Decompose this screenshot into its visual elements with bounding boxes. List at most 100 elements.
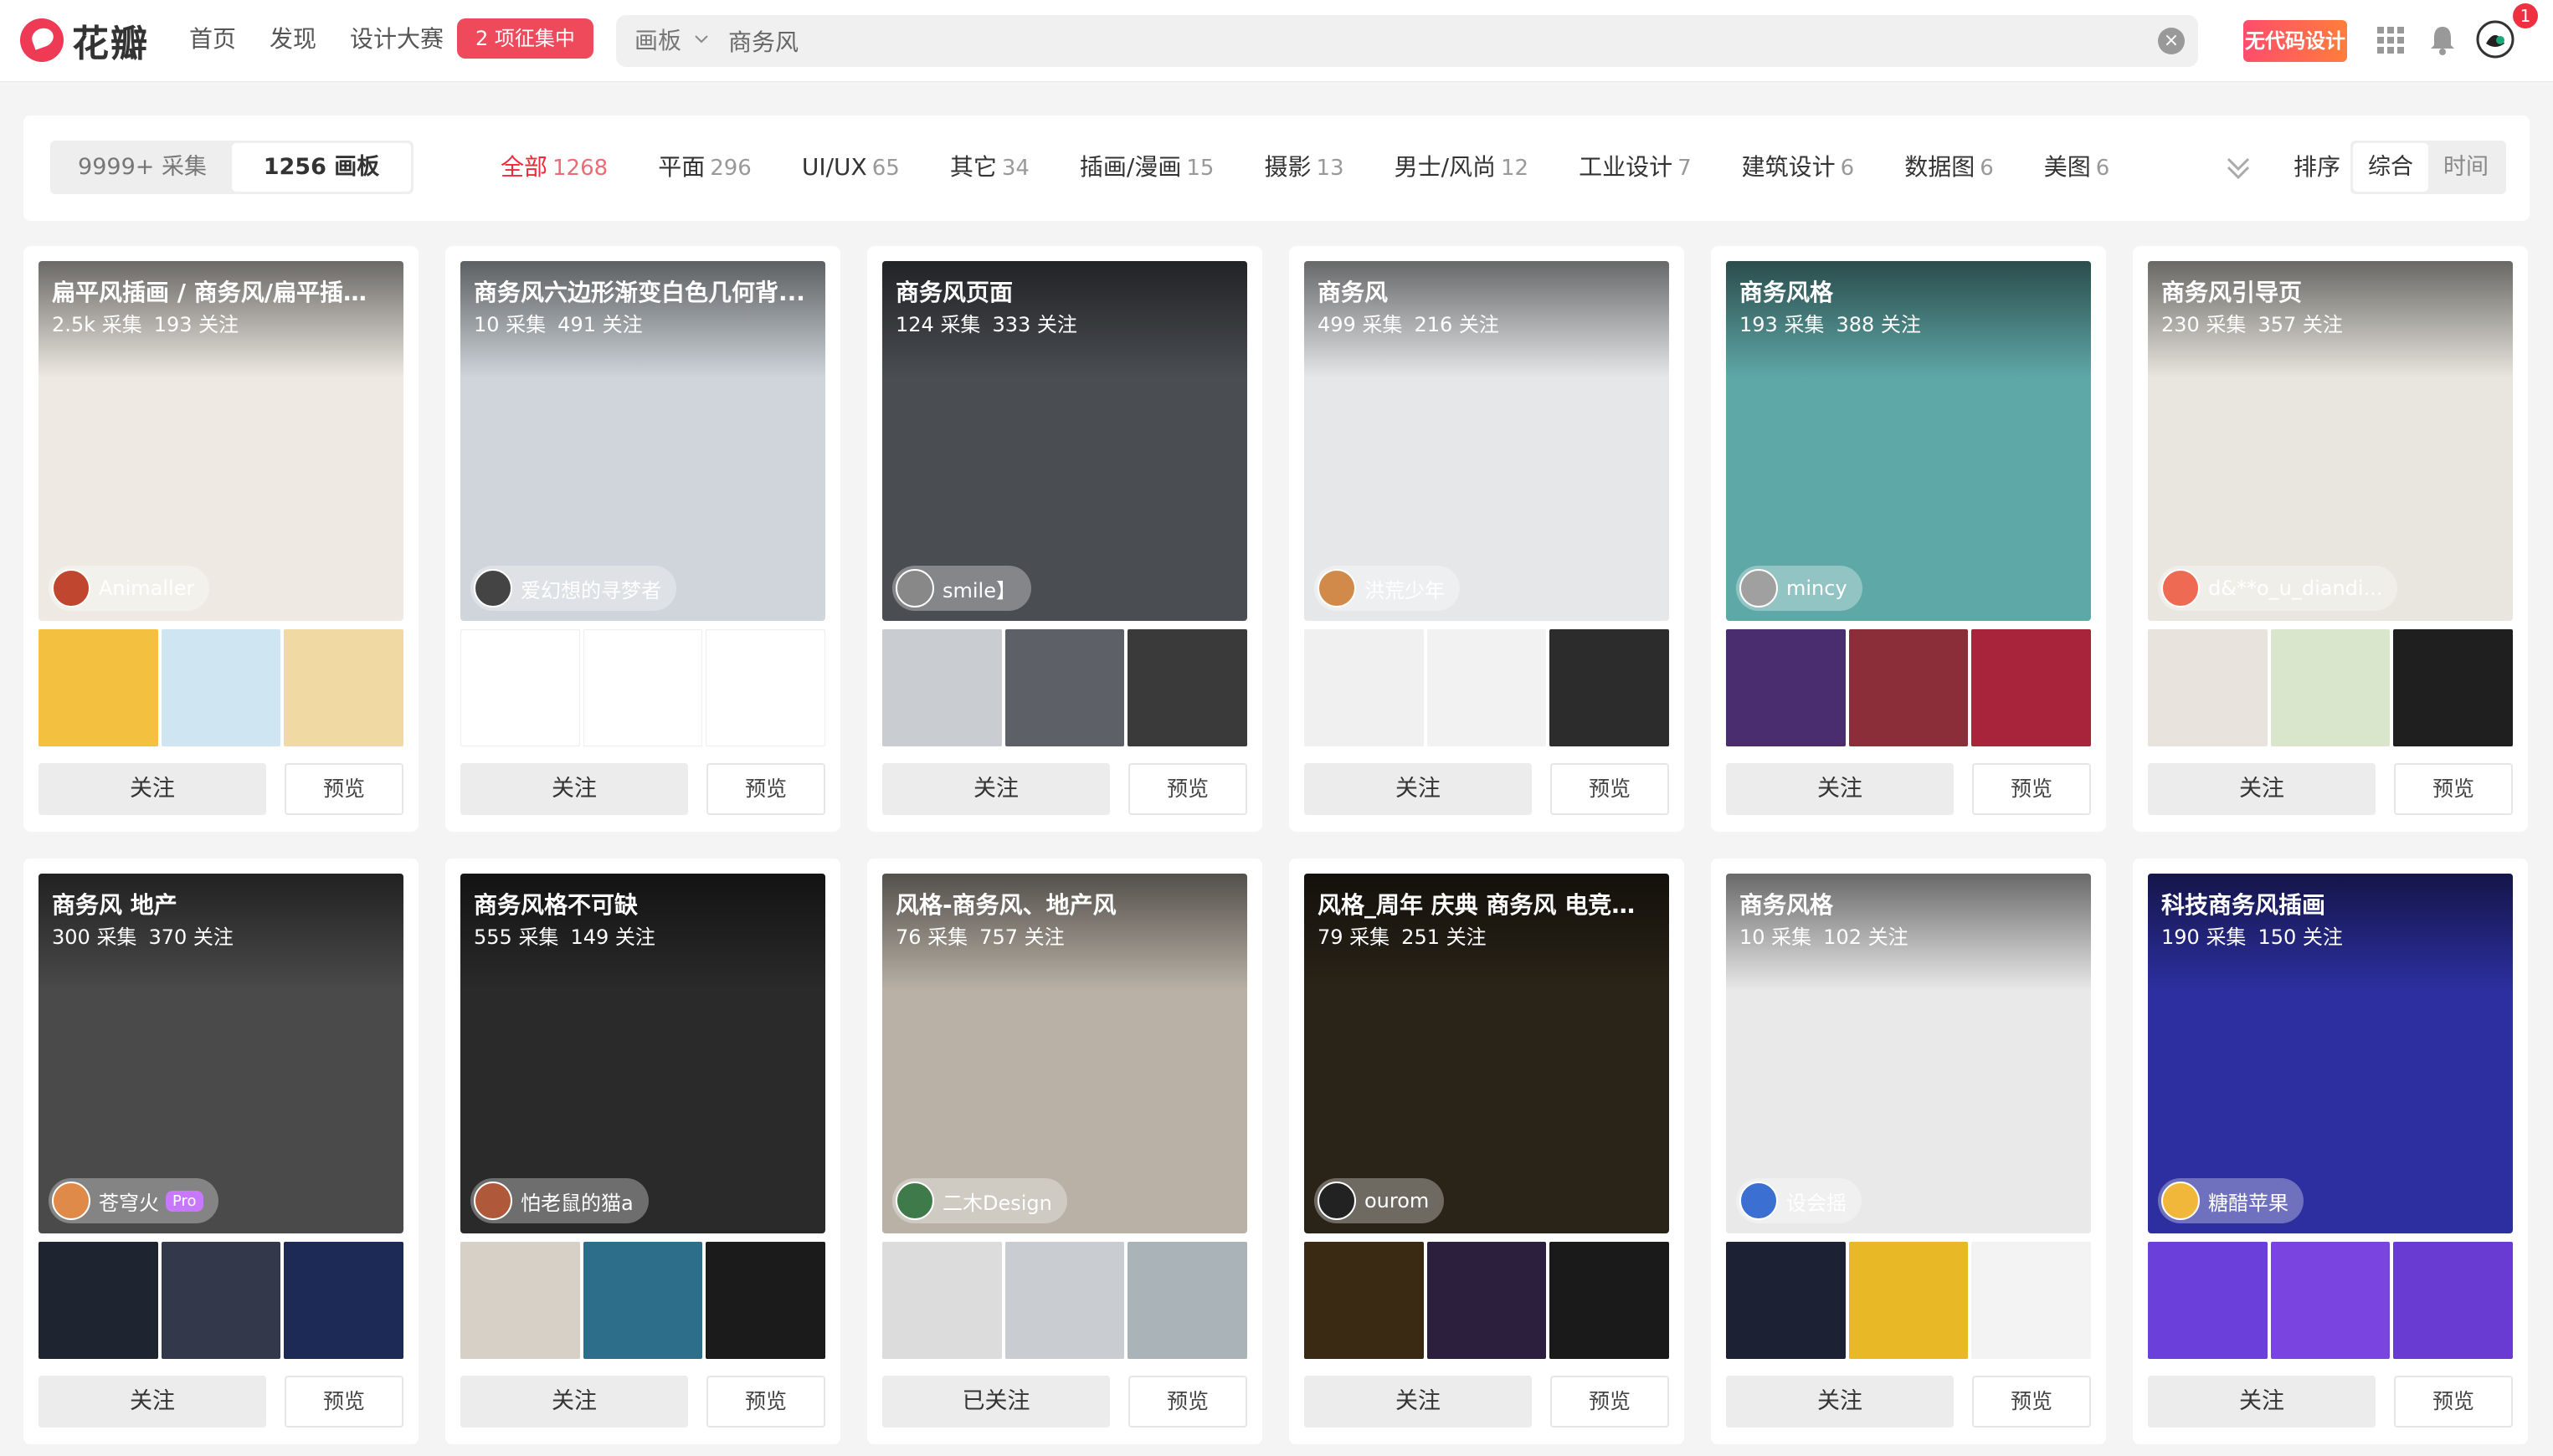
preview-button[interactable]: 预览: [2394, 763, 2513, 815]
board-thumbnail[interactable]: [1004, 1242, 1125, 1359]
board-card[interactable]: 风格_周年 庆典 商务风 电竞赛... 79 采集 251 关注 ourom 关注 预览: [1289, 859, 1684, 1444]
follow-button[interactable]: 关注: [460, 763, 688, 815]
category-filter[interactable]: UI/UX 65: [802, 147, 900, 188]
board-cover[interactable]: 商务风格 193 采集 388 关注 mincy: [1726, 261, 2091, 621]
follow-button[interactable]: 关注: [2148, 1376, 2376, 1428]
board-title[interactable]: 风格-商务风、地产风: [896, 887, 1230, 920]
sort-time[interactable]: 时间: [2428, 143, 2504, 192]
board-thumbnail[interactable]: [284, 1242, 404, 1359]
avatar[interactable]: [1318, 1182, 1356, 1220]
expand-categories-icon[interactable]: [2222, 151, 2255, 184]
board-owner[interactable]: 苍穹火 Pro: [49, 1178, 218, 1223]
board-thumbnail[interactable]: [1304, 1242, 1424, 1359]
board-card[interactable]: 商务风引导页 230 采集 357 关注 d&**o_u_diandi... 关注 预览: [2133, 246, 2528, 832]
board-owner[interactable]: mincy: [1736, 566, 1862, 611]
owner-name[interactable]: d&**o_u_diandi...: [2208, 577, 2382, 600]
board-thumbnail[interactable]: [1726, 1242, 1846, 1359]
user-avatar-icon[interactable]: [2476, 20, 2514, 59]
board-thumbnail[interactable]: [1004, 629, 1125, 746]
preview-button[interactable]: 预览: [1972, 1376, 2091, 1428]
board-thumbnail[interactable]: [460, 629, 580, 746]
board-card[interactable]: 商务风页面 124 采集 333 关注 smile】关注 预览: [867, 246, 1262, 832]
search-scope-select[interactable]: 画板: [634, 15, 681, 67]
board-card[interactable]: 科技商务风插画 190 采集 150 关注 糖醋苹果关注 预览: [2133, 859, 2528, 1444]
avatar[interactable]: [896, 569, 934, 608]
category-filter[interactable]: 工业设计 7: [1579, 147, 1692, 188]
board-thumbnail[interactable]: [2270, 1242, 2391, 1359]
follow-button[interactable]: 关注: [460, 1376, 688, 1428]
board-card[interactable]: 商务风 地产 300 采集 370 关注 苍穹火 Pro 关注 预览: [23, 859, 419, 1444]
preview-button[interactable]: 预览: [1972, 763, 2091, 815]
board-cover[interactable]: 商务风格不可缺 555 采集 149 关注 怕老鼠的猫a: [460, 874, 825, 1233]
board-thumbnail[interactable]: [39, 1242, 158, 1359]
board-card[interactable]: 商务风格 10 采集 102 关注 设会摇关注 预览: [1711, 859, 2106, 1444]
board-title[interactable]: 商务风: [1318, 274, 1652, 308]
board-thumbnail[interactable]: [1848, 1242, 1969, 1359]
board-title[interactable]: 科技商务风插画: [2161, 887, 2496, 920]
preview-button[interactable]: 预览: [706, 763, 825, 815]
board-thumbnail[interactable]: [2270, 629, 2391, 746]
category-filter[interactable]: 平面 296: [658, 147, 752, 188]
board-card[interactable]: 商务风格 193 采集 388 关注 mincy 关注 预览: [1711, 246, 2106, 832]
board-owner[interactable]: 爱幻想的寻梦者: [470, 566, 676, 611]
board-title[interactable]: 商务风格: [1739, 887, 2074, 920]
owner-name[interactable]: 苍穹火: [99, 1187, 159, 1216]
follow-button[interactable]: 关注: [882, 763, 1110, 815]
board-thumbnail[interactable]: [2393, 629, 2514, 746]
owner-name[interactable]: ourom: [1364, 1189, 1429, 1212]
board-thumbnail[interactable]: [583, 1242, 703, 1359]
board-cover[interactable]: 商务风引导页 230 采集 357 关注 d&**o_u_diandi...: [2148, 261, 2513, 621]
owner-name[interactable]: 二木Design: [943, 1187, 1052, 1216]
board-cover[interactable]: 风格-商务风、地产风 76 采集 757 关注 二木Design: [882, 874, 1247, 1233]
category-filter[interactable]: 男士/风尚 12: [1395, 147, 1529, 188]
avatar[interactable]: [52, 1182, 90, 1220]
category-filter[interactable]: 建筑设计 6: [1742, 147, 1855, 188]
preview-button[interactable]: 预览: [1128, 763, 1247, 815]
owner-name[interactable]: 怕老鼠的猫a: [521, 1187, 634, 1216]
preview-button[interactable]: 预览: [1128, 1376, 1247, 1428]
tab-boards[interactable]: 1256 画板: [232, 143, 411, 192]
category-filter[interactable]: 全部 1268: [501, 147, 608, 188]
board-thumbnail[interactable]: [1426, 1242, 1547, 1359]
board-thumbnail[interactable]: [2148, 629, 2268, 746]
owner-name[interactable]: 设会摇: [1786, 1187, 1847, 1216]
owner-name[interactable]: 洪荒少年: [1364, 574, 1445, 603]
owner-name[interactable]: mincy: [1786, 577, 1847, 600]
avatar[interactable]: [52, 569, 90, 608]
board-cover[interactable]: 科技商务风插画 190 采集 150 关注 糖醋苹果: [2148, 874, 2513, 1233]
avatar[interactable]: [2161, 569, 2200, 608]
contest-badge[interactable]: 2 项征集中: [457, 18, 593, 59]
sort-composite[interactable]: 综合: [2353, 143, 2428, 192]
board-thumbnail[interactable]: [2393, 1242, 2514, 1359]
board-thumbnail[interactable]: [39, 629, 158, 746]
board-title[interactable]: 商务风格: [1739, 274, 2074, 308]
board-thumbnail[interactable]: [1726, 629, 1846, 746]
board-thumbnail[interactable]: [1971, 629, 2092, 746]
preview-button[interactable]: 预览: [2394, 1376, 2513, 1428]
logo[interactable]: 花瓣: [20, 15, 149, 65]
follow-button[interactable]: 关注: [2148, 763, 2376, 815]
board-thumbnail[interactable]: [1128, 629, 1248, 746]
board-cover[interactable]: 商务风 地产 300 采集 370 关注 苍穹火 Pro: [39, 874, 403, 1233]
nocode-design-button[interactable]: 无代码设计: [2243, 20, 2347, 62]
board-thumbnail[interactable]: [460, 1242, 580, 1359]
board-owner[interactable]: 糖醋苹果: [2158, 1178, 2304, 1223]
board-thumbnail[interactable]: [161, 1242, 281, 1359]
category-filter[interactable]: 美图 6: [2044, 147, 2110, 188]
follow-button[interactable]: 已关注: [882, 1376, 1110, 1428]
board-cover[interactable]: 商务风格 10 采集 102 关注 设会摇: [1726, 874, 2091, 1233]
board-thumbnail[interactable]: [1971, 1242, 2092, 1359]
category-filter[interactable]: 插画/漫画 15: [1080, 147, 1215, 188]
follow-button[interactable]: 关注: [1726, 1376, 1954, 1428]
board-thumbnail[interactable]: [1426, 629, 1547, 746]
board-thumbnail[interactable]: [583, 629, 703, 746]
board-owner[interactable]: Animaller: [49, 566, 210, 611]
board-title[interactable]: 商务风页面: [896, 274, 1230, 308]
follow-button[interactable]: 关注: [1304, 763, 1532, 815]
chevron-down-icon[interactable]: [693, 30, 710, 47]
nav-home[interactable]: 首页: [189, 22, 236, 57]
board-cover[interactable]: 商务风页面 124 采集 333 关注 smile】: [882, 261, 1247, 621]
owner-name[interactable]: smile】: [943, 574, 1016, 603]
board-card[interactable]: 商务风格不可缺 555 采集 149 关注 怕老鼠的猫a 关注 预览: [445, 859, 840, 1444]
avatar[interactable]: [2161, 1182, 2200, 1220]
